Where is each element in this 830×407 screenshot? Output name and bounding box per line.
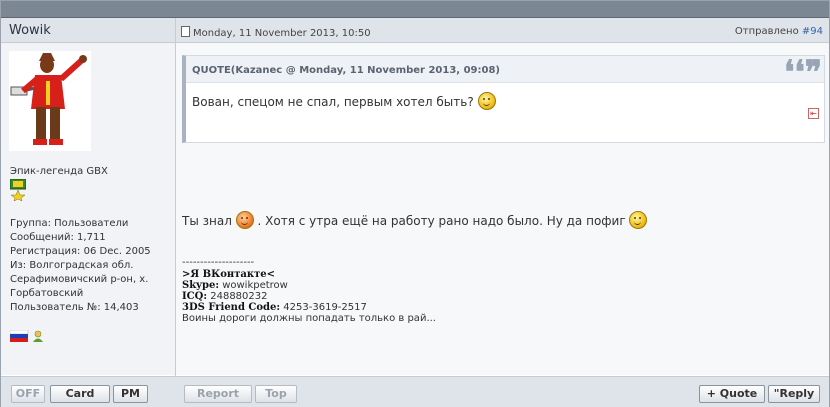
friend-code-value: 4253-3619-2517 (283, 302, 367, 313)
user-posts-count: Сообщений: 1,711 (10, 232, 106, 243)
user-location-line3: Горбатовский (10, 288, 84, 299)
avatar-figure-icon (9, 51, 91, 151)
message-part1: Ты знал (182, 214, 232, 228)
post-date: Monday, 11 November 2013, 10:50 (181, 26, 371, 39)
rank-medal-icon (9, 178, 27, 202)
report-button[interactable]: Report (184, 385, 252, 403)
signature-motto: Воины дороги должны попадать только в ра… (182, 313, 436, 324)
post-sent-info: Отправлено #94 (735, 26, 823, 37)
sent-label: Отправлено (734, 26, 799, 37)
post-icon (181, 26, 190, 37)
message-part2: . Хотя с утра ещё на работу рано надо бы… (257, 214, 626, 228)
avatar[interactable] (9, 51, 91, 151)
pm-button[interactable]: PM (113, 385, 148, 403)
user-online-icon (33, 330, 43, 342)
icq-label: ICQ: (182, 291, 208, 302)
top-button[interactable]: Top (255, 385, 297, 403)
post-actions-bar: OFF Card PM Report Top + Quote "Reply (1, 376, 829, 407)
author-name[interactable]: Wowik (9, 23, 51, 38)
skype-value: wowikpetrow (222, 280, 288, 291)
quote-button[interactable]: + Quote (699, 385, 765, 403)
message-text: Ты знал . Хотя с утра ещё на работу рано… (182, 211, 648, 229)
user-profile-panel: Эпик-легенда GBX Группа: Пользователи Со… (1, 43, 175, 375)
quote-text-body: Вован, спецом не спал, первым хотел быть… (192, 95, 474, 109)
quote-marks-icon: ❛❛❞ (784, 53, 822, 91)
skype-label: Skype: (182, 280, 220, 291)
signature-vk-link[interactable]: >Я ВКонтакте< (182, 269, 275, 280)
quote-header: QUOTE(Kazanec @ Monday, 11 November 2013… (186, 53, 824, 91)
russia-flag-icon (9, 329, 29, 342)
post-date-text: Monday, 11 November 2013, 10:50 (193, 28, 371, 39)
signature: >Я ВКонтакте< Skype: wowikpetrow ICQ: 24… (182, 269, 436, 324)
reply-button[interactable]: "Reply (768, 385, 820, 403)
user-location-line1: Из: Волгоградская обл. (10, 260, 134, 271)
post-header: Wowik Monday, 11 November 2013, 10:50 От… (1, 18, 829, 43)
post-top-bar (1, 1, 829, 18)
quote-title: QUOTE(Kazanec @ Monday, 11 November 2013… (192, 65, 500, 76)
blush-smile-icon (235, 211, 254, 229)
post-number-link[interactable]: #94 (802, 26, 823, 37)
user-number: Пользователь №: 14,403 (10, 302, 139, 313)
forum-post: Wowik Monday, 11 November 2013, 10:50 От… (0, 0, 830, 407)
user-registration: Регистрация: 06 Dec. 2005 (10, 246, 151, 257)
quote-block: QUOTE(Kazanec @ Monday, 11 November 2013… (182, 55, 825, 143)
friend-code-label: 3DS Friend Code: (182, 302, 281, 313)
user-stats: Группа: Пользователи Сообщений: 1,711 Ре… (10, 217, 170, 315)
signature-divider: -------------------- (182, 257, 255, 268)
post-content: QUOTE(Kazanec @ Monday, 11 November 2013… (176, 43, 829, 375)
smile-icon (629, 211, 648, 229)
quote-text: Вован, спецом не спал, первым хотел быть… (192, 92, 496, 110)
user-rank: Эпик-легенда GBX (10, 166, 108, 177)
user-group: Группа: Пользователи (10, 218, 129, 229)
user-flags (9, 329, 46, 345)
offline-status-button[interactable]: OFF (11, 385, 45, 403)
smile-icon (477, 92, 496, 110)
card-button[interactable]: Card (50, 385, 110, 403)
user-location-line2: Серафимовичский р-он, х. (10, 274, 149, 285)
quote-jump-icon[interactable]: ⇤ (808, 108, 819, 119)
icq-value: 248880232 (210, 291, 268, 302)
